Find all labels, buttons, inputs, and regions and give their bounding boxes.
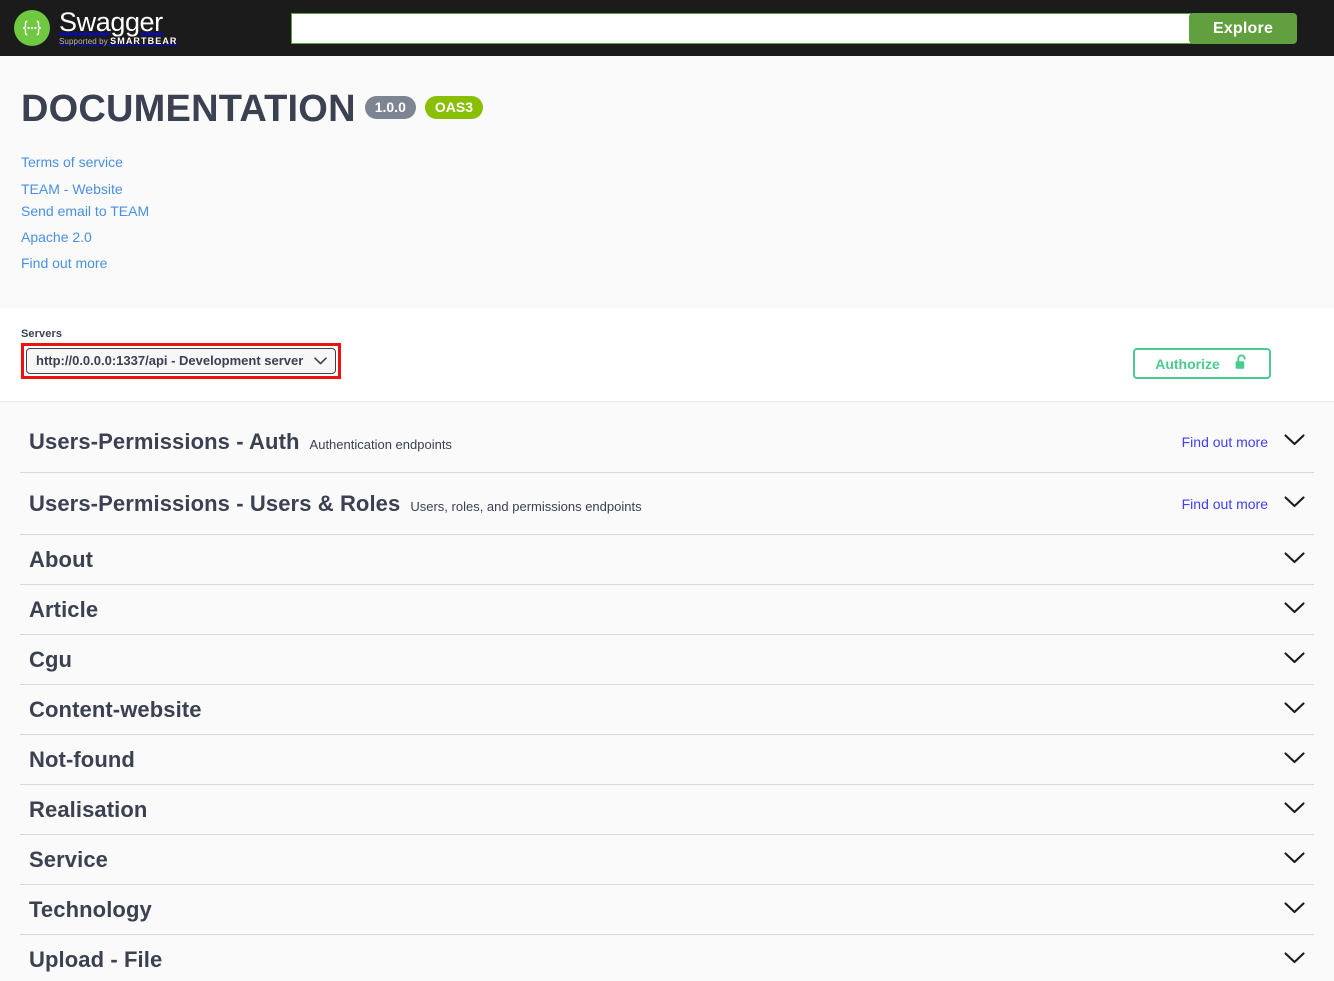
tag-row-users-permissions-users-roles[interactable]: Users-Permissions - Users & Roles Users,…	[20, 473, 1314, 536]
smartbear-brand: SMARTBEAR	[110, 35, 178, 46]
swagger-logo-icon	[14, 10, 50, 46]
tag-name: Content-website	[29, 696, 202, 722]
explore-bar: Explore	[291, 13, 1297, 44]
chevron-down-icon[interactable]	[1284, 701, 1305, 719]
tag-left: Cgu	[29, 647, 72, 673]
operations-tags-block: Users-Permissions - Auth Authentication …	[0, 402, 1334, 981]
chevron-down-icon[interactable]	[1284, 495, 1305, 513]
tag-left: Users-Permissions - Auth Authentication …	[29, 429, 452, 455]
servers-block: Servers http://0.0.0.0:1337/api - Develo…	[0, 308, 1334, 403]
tag-left: Realisation	[29, 797, 147, 823]
tag-right: Find out more	[1182, 495, 1305, 513]
server-select[interactable]: http://0.0.0.0:1337/api - Development se…	[26, 348, 336, 375]
tag-left: Technology	[29, 897, 152, 923]
unlock-icon	[1234, 354, 1249, 374]
tag-name: Realisation	[29, 796, 148, 822]
tag-name: About	[29, 546, 94, 572]
tag-right	[1284, 701, 1305, 719]
tag-left: Not-found	[29, 747, 135, 773]
tag-right: Find out more	[1182, 433, 1305, 451]
servers-label: Servers	[21, 328, 63, 341]
info-links: Terms of service TEAM - Website Send ema…	[20, 152, 1277, 274]
tag-description: Users, roles, and permissions endpoints	[410, 498, 642, 514]
tag-name: Users-Permissions - Auth	[29, 428, 300, 454]
tag-row-cgu[interactable]: Cgu	[20, 635, 1314, 686]
tag-right	[1284, 751, 1305, 769]
tag-name: Technology	[29, 896, 152, 922]
api-info-block: DOCUMENTATION 1.0.0 OAS3 Terms of servic…	[0, 56, 1334, 309]
swagger-logo-link[interactable]: Swagger Supported by SMARTBEAR	[14, 6, 178, 48]
tag-row-about[interactable]: About	[20, 535, 1314, 586]
tag-name: Service	[29, 846, 108, 872]
send-email-link[interactable]: Send email to TEAM	[21, 201, 1277, 222]
tag-find-out-more-link[interactable]: Find out more	[1182, 434, 1268, 450]
servers-row: Servers http://0.0.0.0:1337/api - Develo…	[0, 328, 1297, 380]
tag-right	[1284, 801, 1305, 819]
tag-row-upload-file[interactable]: Upload - File	[20, 935, 1314, 981]
external-docs-link[interactable]: Find out more	[21, 253, 1277, 274]
chevron-down-icon[interactable]	[1284, 751, 1305, 769]
team-website-link[interactable]: TEAM - Website	[21, 179, 1277, 200]
tag-right	[1284, 551, 1305, 569]
oas-version-badge: OAS3	[424, 96, 483, 119]
tag-right	[1284, 651, 1305, 669]
tag-row-content-website[interactable]: Content-website	[20, 685, 1314, 736]
info-container: DOCUMENTATION 1.0.0 OAS3 Terms of servic…	[0, 90, 1297, 274]
authorize-button[interactable]: Authorize	[1133, 348, 1271, 380]
tag-name: Not-found	[29, 746, 135, 772]
supported-by-prefix: Supported by	[59, 36, 108, 46]
tag-row-users-permissions-auth[interactable]: Users-Permissions - Auth Authentication …	[20, 411, 1314, 474]
chevron-down-icon[interactable]	[1284, 601, 1305, 619]
tag-name: Upload - File	[29, 946, 163, 972]
chevron-down-icon[interactable]	[1284, 851, 1305, 869]
page-title: DOCUMENTATION	[21, 88, 356, 130]
tag-name: Users-Permissions - Users & Roles	[29, 490, 401, 516]
tag-description: Authentication endpoints	[309, 436, 452, 452]
explore-button[interactable]: Explore	[1189, 13, 1297, 44]
tag-row-article[interactable]: Article	[20, 585, 1314, 636]
version-badge: 1.0.0	[364, 96, 416, 119]
spec-url-input[interactable]	[291, 13, 1191, 44]
tag-right	[1284, 601, 1305, 619]
tag-left: Content-website	[29, 697, 202, 723]
tag-row-service[interactable]: Service	[20, 835, 1314, 886]
tag-list: Users-Permissions - Auth Authentication …	[0, 411, 1334, 981]
chevron-down-icon[interactable]	[1284, 551, 1305, 569]
chevron-down-icon[interactable]	[1284, 651, 1305, 669]
tag-row-not-found[interactable]: Not-found	[20, 735, 1314, 786]
top-bar: Swagger Supported by SMARTBEAR Explore	[0, 0, 1334, 56]
swagger-wordmark-text: Swagger	[59, 6, 163, 37]
chevron-down-icon[interactable]	[1284, 901, 1305, 919]
tag-right	[1284, 901, 1305, 919]
supported-by-text: Supported by SMARTBEAR	[59, 35, 178, 46]
title-row: DOCUMENTATION 1.0.0 OAS3	[20, 90, 1277, 128]
tag-left: Upload - File	[29, 947, 162, 973]
chevron-down-icon[interactable]	[1284, 801, 1305, 819]
terms-of-service-link[interactable]: Terms of service	[21, 152, 1277, 173]
license-link[interactable]: Apache 2.0	[21, 227, 1277, 248]
swagger-wordmark: Swagger Supported by SMARTBEAR	[59, 6, 178, 48]
tag-right	[1284, 951, 1305, 969]
tag-row-realisation[interactable]: Realisation	[20, 785, 1314, 836]
tag-name: Cgu	[29, 646, 73, 672]
server-select-highlight: http://0.0.0.0:1337/api - Development se…	[21, 343, 341, 380]
tag-find-out-more-link[interactable]: Find out more	[1182, 496, 1268, 512]
authorize-label: Authorize	[1155, 355, 1220, 372]
tag-left: Users-Permissions - Users & Roles Users,…	[29, 491, 642, 517]
tag-right	[1284, 851, 1305, 869]
tag-left: About	[29, 547, 93, 573]
chevron-down-icon[interactable]	[1284, 433, 1305, 451]
tag-left: Article	[29, 597, 98, 623]
tag-row-technology[interactable]: Technology	[20, 885, 1314, 936]
tag-left: Service	[29, 847, 108, 873]
chevron-down-icon[interactable]	[1284, 951, 1305, 969]
server-select-wrap: http://0.0.0.0:1337/api - Development se…	[26, 348, 336, 375]
tag-name: Article	[29, 596, 99, 622]
servers-left: Servers http://0.0.0.0:1337/api - Develo…	[20, 328, 341, 380]
